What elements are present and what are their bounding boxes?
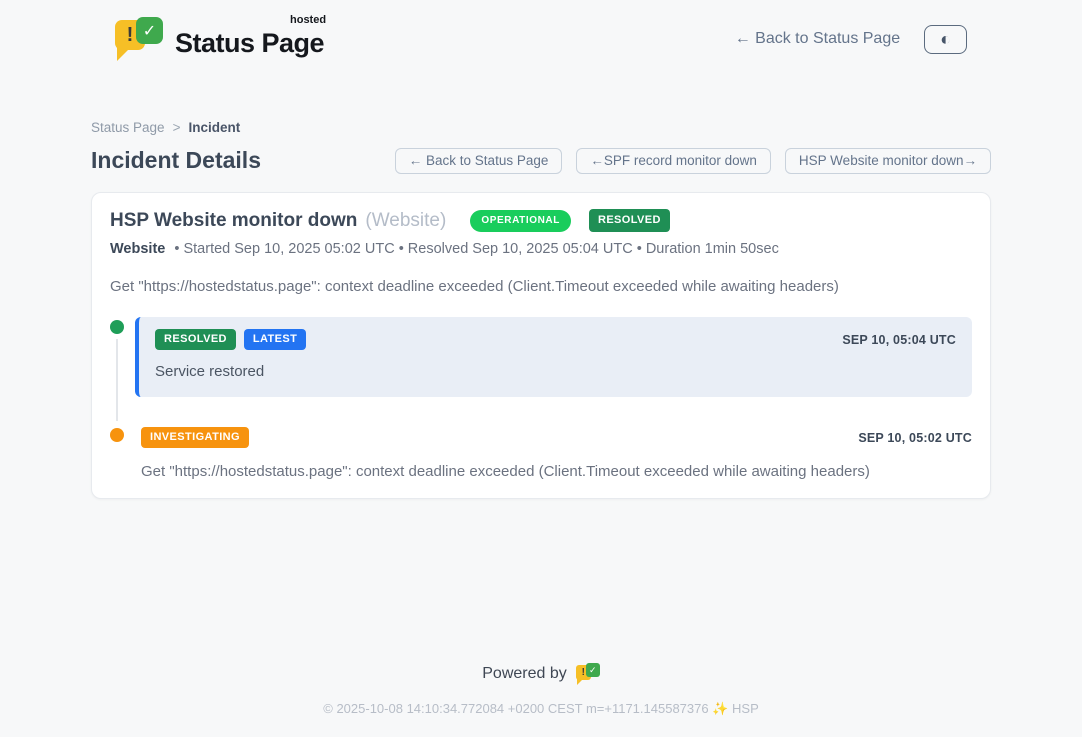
logo-check-icon: ✓ — [136, 17, 163, 44]
timeline-highlight-box: RESOLVED LATEST SEP 10, 05:04 UTC Servic… — [135, 317, 972, 397]
logo-title: Status Page — [175, 28, 324, 58]
incident-service: (Website) — [365, 210, 446, 232]
back-to-status-page-button[interactable]: ← Back to Status Page — [395, 148, 563, 174]
timeline-connector-line — [116, 339, 118, 421]
logo-hosted-superscript: hosted — [290, 14, 326, 26]
next-incident-button[interactable]: HSP Website monitor down→ — [785, 148, 991, 174]
brand[interactable]: ! ✓ Status Page hosted — [115, 16, 324, 62]
powered-by-row: Powered by ! ✓ — [0, 663, 1082, 685]
timeline-timestamp: SEP 10, 05:04 UTC — [842, 333, 956, 347]
footer: Powered by ! ✓ © 2025-10-08 14:10:34.772… — [0, 663, 1082, 737]
timeline-dot-column — [110, 317, 135, 397]
timeline-entry-investigating: INVESTIGATING SEP 10, 05:02 UTC Get "htt… — [110, 425, 972, 480]
timeline-dot-green — [110, 320, 124, 334]
timeline-badge-row: INVESTIGATING SEP 10, 05:02 UTC — [141, 427, 972, 448]
timeline-entry-content: INVESTIGATING SEP 10, 05:02 UTC Get "htt… — [135, 425, 972, 480]
timeline-entry-content: RESOLVED LATEST SEP 10, 05:04 UTC Servic… — [135, 317, 972, 397]
breadcrumb-separator: > — [173, 120, 181, 135]
timeline-message: Service restored — [155, 363, 956, 380]
operational-status-badge: OPERATIONAL — [470, 210, 571, 232]
timeline-dot-column — [110, 425, 135, 480]
statuspage-logo-icon: ! ✓ — [115, 16, 163, 62]
prev-incident-button[interactable]: ←SPF record monitor down — [576, 148, 771, 174]
header-right: ← Back to Status Page ◐ — [735, 25, 967, 54]
timeline-dot-orange — [110, 428, 124, 442]
statuspage-footer-logo-icon[interactable]: ! ✓ — [576, 663, 600, 685]
heading-row: Incident Details ← Back to Status Page ←… — [91, 147, 991, 174]
page-title: Incident Details — [91, 147, 261, 174]
incident-meta: Website • Started Sep 10, 2025 05:02 UTC… — [110, 241, 972, 257]
breadcrumb: Status Page > Incident — [91, 120, 991, 135]
header: ! ✓ Status Page hosted ← Back to Status … — [91, 0, 991, 62]
incident-description: Get "https://hostedstatus.page": context… — [110, 278, 972, 295]
latest-badge: LATEST — [244, 329, 306, 350]
incident-nav-buttons: ← Back to Status Page ←SPF record monito… — [395, 148, 991, 174]
logo-check-icon: ✓ — [586, 663, 600, 677]
incident-meta-service: Website — [110, 241, 165, 257]
timeline-message: Get "https://hostedstatus.page": context… — [141, 463, 972, 480]
timeline-timestamp: SEP 10, 05:02 UTC — [858, 431, 972, 445]
powered-by-label: Powered by — [482, 665, 567, 683]
theme-toggle-button[interactable]: ◐ — [924, 25, 967, 54]
header-back-to-status-page-link[interactable]: ← Back to Status Page — [735, 30, 900, 48]
logo-text: Status Page hosted — [175, 20, 324, 59]
incident-title-row: HSP Website monitor down (Website) OPERA… — [110, 209, 972, 232]
incident-title: HSP Website monitor down — [110, 210, 357, 232]
breadcrumb-incident: Incident — [188, 120, 240, 135]
copyright-text: © 2025-10-08 14:10:34.772084 +0200 CEST … — [0, 701, 1082, 717]
breadcrumb-status-page[interactable]: Status Page — [91, 120, 165, 135]
incident-timeline: RESOLVED LATEST SEP 10, 05:04 UTC Servic… — [110, 317, 972, 480]
resolved-status-badge: RESOLVED — [589, 209, 670, 232]
main-content: Status Page > Incident Incident Details … — [91, 120, 991, 499]
contrast-icon: ◐ — [940, 29, 951, 50]
timeline-entry-resolved: RESOLVED LATEST SEP 10, 05:04 UTC Servic… — [110, 317, 972, 397]
incident-card: HSP Website monitor down (Website) OPERA… — [91, 192, 991, 499]
incident-meta-dates: • Started Sep 10, 2025 05:02 UTC • Resol… — [174, 241, 778, 257]
timeline-badge-row: RESOLVED LATEST SEP 10, 05:04 UTC — [155, 329, 956, 350]
investigating-badge: INVESTIGATING — [141, 427, 249, 448]
resolved-badge: RESOLVED — [155, 329, 236, 350]
